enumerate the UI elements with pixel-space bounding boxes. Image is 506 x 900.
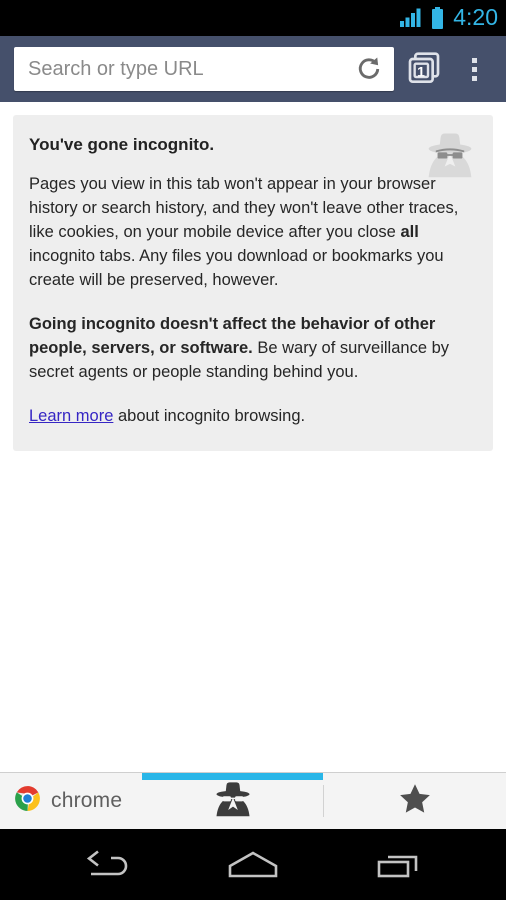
incognito-info-card: You've gone incognito. Pages you view in… [13, 115, 493, 451]
card-paragraph-2: Going incognito doesn't affect the behav… [29, 313, 471, 385]
omnibox-placeholder-text[interactable]: Search or type URL [28, 58, 350, 81]
paragraph1-part2: incognito tabs. Any files you download o… [29, 247, 444, 290]
browser-toolbar: Search or type URL 1 [0, 36, 506, 102]
back-arrow-icon[interactable] [59, 837, 155, 893]
card-paragraph-3: Learn more about incognito browsing. [29, 405, 471, 429]
menu-dot [471, 75, 477, 81]
recent-apps-icon[interactable] [351, 837, 447, 893]
incognito-spy-icon [428, 133, 472, 178]
menu-dot [471, 66, 477, 72]
battery-icon [431, 7, 444, 29]
bottom-toolbar: chrome [0, 772, 506, 829]
chrome-logo-icon [14, 785, 41, 817]
incognito-spy-icon [211, 780, 255, 823]
overflow-menu-icon[interactable] [450, 43, 498, 95]
learn-more-link[interactable]: Learn more [29, 407, 113, 425]
bottom-tab-bookmarks[interactable] [324, 773, 506, 829]
status-bar: 4:20 [0, 0, 506, 36]
card-paragraph-1: Pages you view in this tab won't appear … [29, 173, 471, 293]
paragraph1-bold: all [400, 223, 419, 242]
status-bar-clock: 4:20 [453, 3, 498, 30]
paragraph1-part1: Pages you view in this tab won't appear … [29, 175, 459, 242]
android-navigation-bar [0, 829, 506, 900]
active-tab-indicator [142, 773, 323, 780]
star-icon [398, 782, 432, 820]
signal-bars-icon [400, 8, 424, 28]
reload-icon[interactable] [350, 50, 388, 88]
chrome-brand: chrome [0, 773, 142, 829]
card-heading: You've gone incognito. [29, 135, 215, 154]
home-icon[interactable] [205, 837, 301, 893]
page-content-area: You've gone incognito. Pages you view in… [0, 102, 506, 772]
paragraph3-rest: about incognito browsing. [113, 406, 306, 425]
chrome-brand-label: chrome [51, 789, 123, 812]
android-device-screen: 4:20 Search or type URL 1 You've gone in… [0, 0, 506, 900]
bottom-tab-incognito[interactable] [142, 773, 323, 829]
omnibox[interactable]: Search or type URL [14, 47, 394, 91]
menu-dot [471, 57, 477, 63]
tab-switcher-button[interactable]: 1 [398, 43, 450, 95]
